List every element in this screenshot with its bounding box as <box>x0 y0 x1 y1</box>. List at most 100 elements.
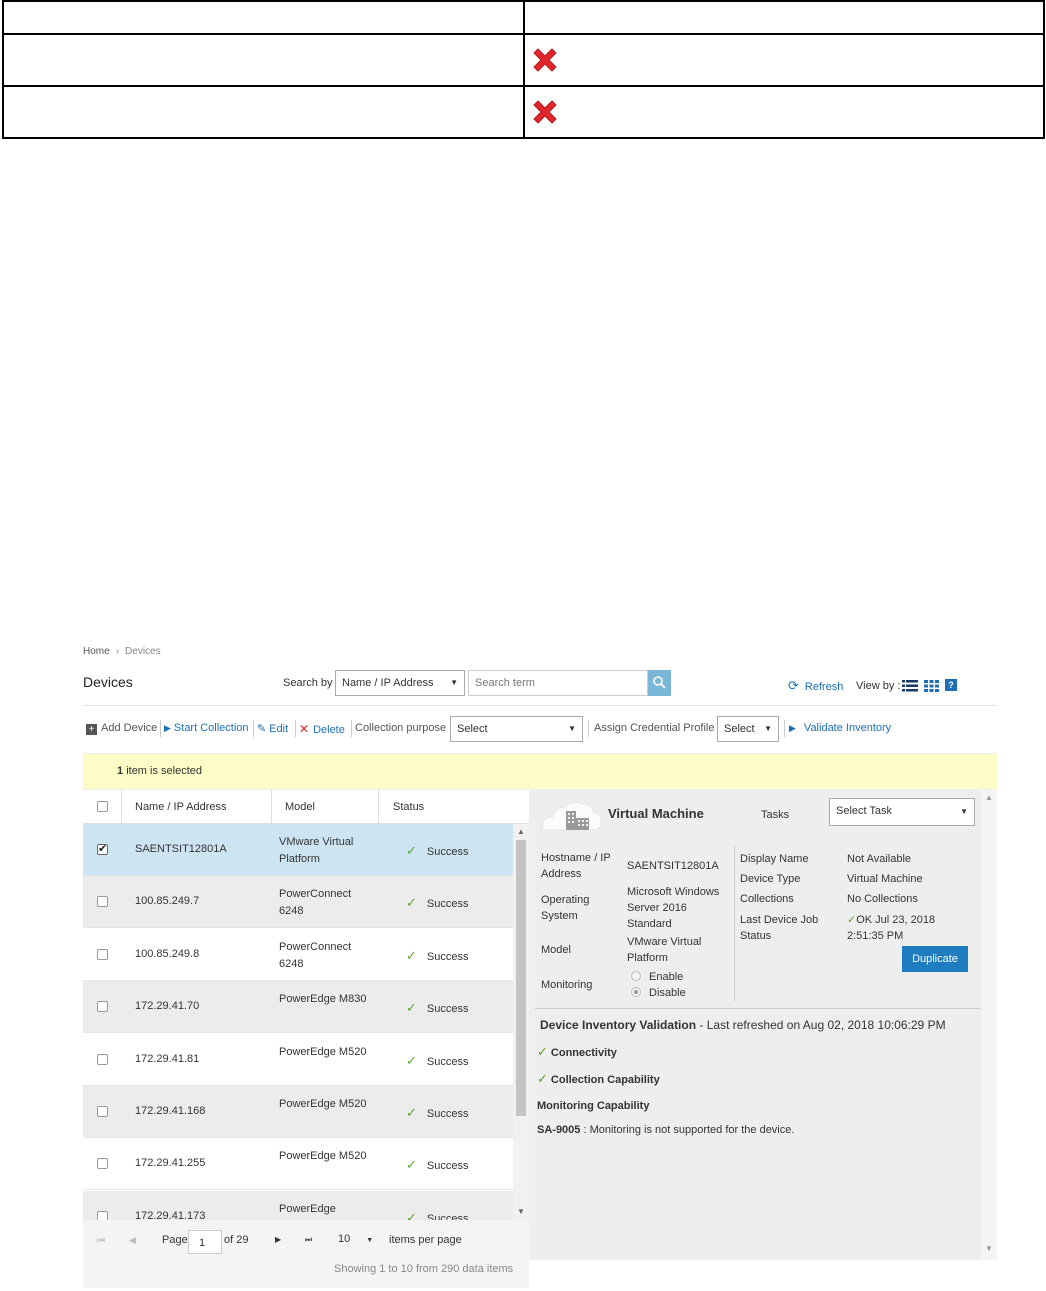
breadcrumb-separator: › <box>115 646 120 657</box>
row-checkbox[interactable] <box>97 948 108 960</box>
tasks-value: Select Task <box>836 805 893 817</box>
monitoring-enable-option[interactable]: Enable <box>631 969 683 985</box>
table-row[interactable]: 172.29.41.70 PowerEdge M830 ✓ Success <box>83 981 513 1034</box>
check-icon: ✓ <box>847 914 857 926</box>
per-page-select[interactable]: 10 ▼ <box>338 1233 373 1245</box>
radio-enable[interactable] <box>631 971 641 981</box>
page-count: of 29 <box>224 1234 249 1246</box>
row-name: 172.29.41.81 <box>135 1052 200 1065</box>
scroll-up-icon[interactable]: ▲ <box>985 793 993 802</box>
search-field-select[interactable]: Name / IP Address ▼ <box>335 670 465 696</box>
column-header-status[interactable]: Status <box>393 801 424 813</box>
validate-inventory-button[interactable]: ▶ Validate Inventory <box>789 722 891 734</box>
row-checkbox[interactable] <box>97 1106 108 1117</box>
grid-scrollbar[interactable]: ▲ ▼ <box>513 824 529 1220</box>
details-panel: Virtual Machine Tasks Select Task ▼ Host… <box>529 790 997 1260</box>
top-table-cell <box>2 85 525 139</box>
refresh-button[interactable]: ⟳ Refresh <box>788 678 843 694</box>
help-icon[interactable]: ? <box>945 679 957 691</box>
validation-refreshed: - Last refreshed on Aug 02, 2018 10:06:2… <box>696 1018 946 1032</box>
row-status-label: Success <box>426 1160 469 1173</box>
edit-label: Edit <box>269 723 289 735</box>
top-table-cell <box>523 0 1045 35</box>
column-header-model[interactable]: Model <box>285 801 315 813</box>
scroll-thumb[interactable] <box>516 840 526 1116</box>
tasks-select[interactable]: Select Task ▼ <box>829 798 975 826</box>
next-page-icon[interactable]: ▶ <box>275 1235 281 1244</box>
tasks-label: Tasks <box>761 809 790 821</box>
os-label: Operating System <box>541 894 590 922</box>
scroll-down-icon[interactable]: ▼ <box>517 1207 525 1216</box>
table-row[interactable]: 172.29.41.255 PowerEdge M520 ✓ Success <box>83 1138 513 1191</box>
details-divider <box>535 1008 981 1009</box>
selection-text: item is selected <box>126 765 202 777</box>
details-scrollbar[interactable]: ▲ ▼ <box>981 790 997 1260</box>
monitoring-disable-label: Disable <box>649 987 686 999</box>
check-icon: ✓ <box>406 1157 417 1173</box>
row-checkbox[interactable] <box>97 1001 108 1013</box>
connectivity-label: Connectivity <box>550 1047 617 1059</box>
column-separator <box>121 790 122 824</box>
pencil-icon: ✎ <box>257 723 267 735</box>
row-checkbox[interactable] <box>97 896 108 908</box>
scroll-down-icon[interactable]: ▼ <box>985 1244 993 1253</box>
toolbar-separator <box>588 720 589 737</box>
list-view-icon[interactable] <box>902 680 918 692</box>
add-device-button[interactable]: + Add Device <box>86 722 157 735</box>
error-code: SA-9005 <box>537 1124 581 1136</box>
validation-heading: Device Inventory Validation <box>540 1018 697 1032</box>
hostname-label: Hostname / IP Address <box>541 852 611 880</box>
grid-view-icon[interactable] <box>924 680 939 692</box>
collection-purpose-select[interactable]: Select ▼ <box>450 716 583 742</box>
monitoring-capability-heading: Monitoring Capability <box>537 1100 650 1112</box>
row-status: ✓ Success <box>406 895 468 911</box>
radio-disable[interactable] <box>631 987 641 997</box>
search-button[interactable] <box>648 670 671 696</box>
selection-count: 1 <box>117 765 124 777</box>
assign-credential-select[interactable]: Select ▼ <box>717 716 779 742</box>
table-row[interactable]: 172.29.41.81 PowerEdge M520 ✓ Success <box>83 1034 513 1086</box>
breadcrumb: Home › Devices <box>83 646 161 657</box>
check-icon: ✓ <box>406 895 417 911</box>
table-row[interactable]: 172.29.41.168 PowerEdge M520 ✓ Success <box>83 1086 513 1138</box>
row-checkbox[interactable] <box>97 1158 108 1170</box>
play-icon: ▶ <box>789 723 796 733</box>
scroll-up-icon[interactable]: ▲ <box>517 827 525 836</box>
table-row[interactable]: 100.85.249.7 PowerConnect 6248 ✓ Success <box>83 876 513 929</box>
row-name: 172.29.41.70 <box>135 1000 200 1013</box>
row-model: VMware Virtual Platform <box>279 836 354 865</box>
refresh-label: Refresh <box>804 681 844 693</box>
first-page-icon[interactable]: ⏮ <box>97 1235 105 1246</box>
row-status: ✓ Success <box>406 843 468 859</box>
delete-button[interactable]: ✕ Delete <box>299 722 345 736</box>
start-collection-button[interactable]: ▶ Start Collection <box>164 722 249 734</box>
details-title: Virtual Machine <box>608 806 704 821</box>
delete-label: Delete <box>313 724 345 736</box>
monitoring-disable-option[interactable]: Disable <box>631 985 686 1001</box>
table-row[interactable]: ✔ SAENTSIT12801A VMware Virtual Platform ✓ S… <box>83 824 513 876</box>
top-table-cell <box>523 33 1045 87</box>
toolbar-separator <box>253 720 254 737</box>
search-input[interactable] <box>468 670 648 696</box>
row-status-label: Success <box>426 1003 469 1016</box>
row-checkbox[interactable]: ✔ <box>97 843 108 855</box>
table-row[interactable]: 172.29.41.173 PowerEdge ✓ Success <box>83 1190 513 1222</box>
column-separator <box>378 790 379 824</box>
top-table-cell <box>2 0 525 35</box>
prev-page-icon[interactable]: ◀ <box>129 1235 136 1246</box>
validation-title: Device Inventory Validation - Last refre… <box>540 1018 946 1032</box>
page-number-input[interactable]: 1 <box>188 1230 222 1254</box>
error-text: : Monitoring is not supported for the de… <box>580 1124 795 1136</box>
page-label: Page <box>162 1234 188 1246</box>
collections-label: Collections <box>740 893 794 905</box>
last-page-icon[interactable]: ⏭ <box>305 1235 312 1245</box>
duplicate-button[interactable]: Duplicate <box>902 946 968 972</box>
checkmark-icon: ✔ <box>98 843 108 855</box>
table-row[interactable]: 100.85.249.8 PowerConnect 6248 ✓ Success <box>83 929 513 981</box>
column-header-name[interactable]: Name / IP Address <box>135 801 227 813</box>
select-all-checkbox[interactable] <box>97 801 108 812</box>
edit-button[interactable]: ✎ Edit <box>257 722 288 735</box>
row-checkbox[interactable] <box>97 1053 108 1065</box>
collections-value: No Collections <box>847 893 918 905</box>
breadcrumb-home[interactable]: Home <box>83 646 110 657</box>
